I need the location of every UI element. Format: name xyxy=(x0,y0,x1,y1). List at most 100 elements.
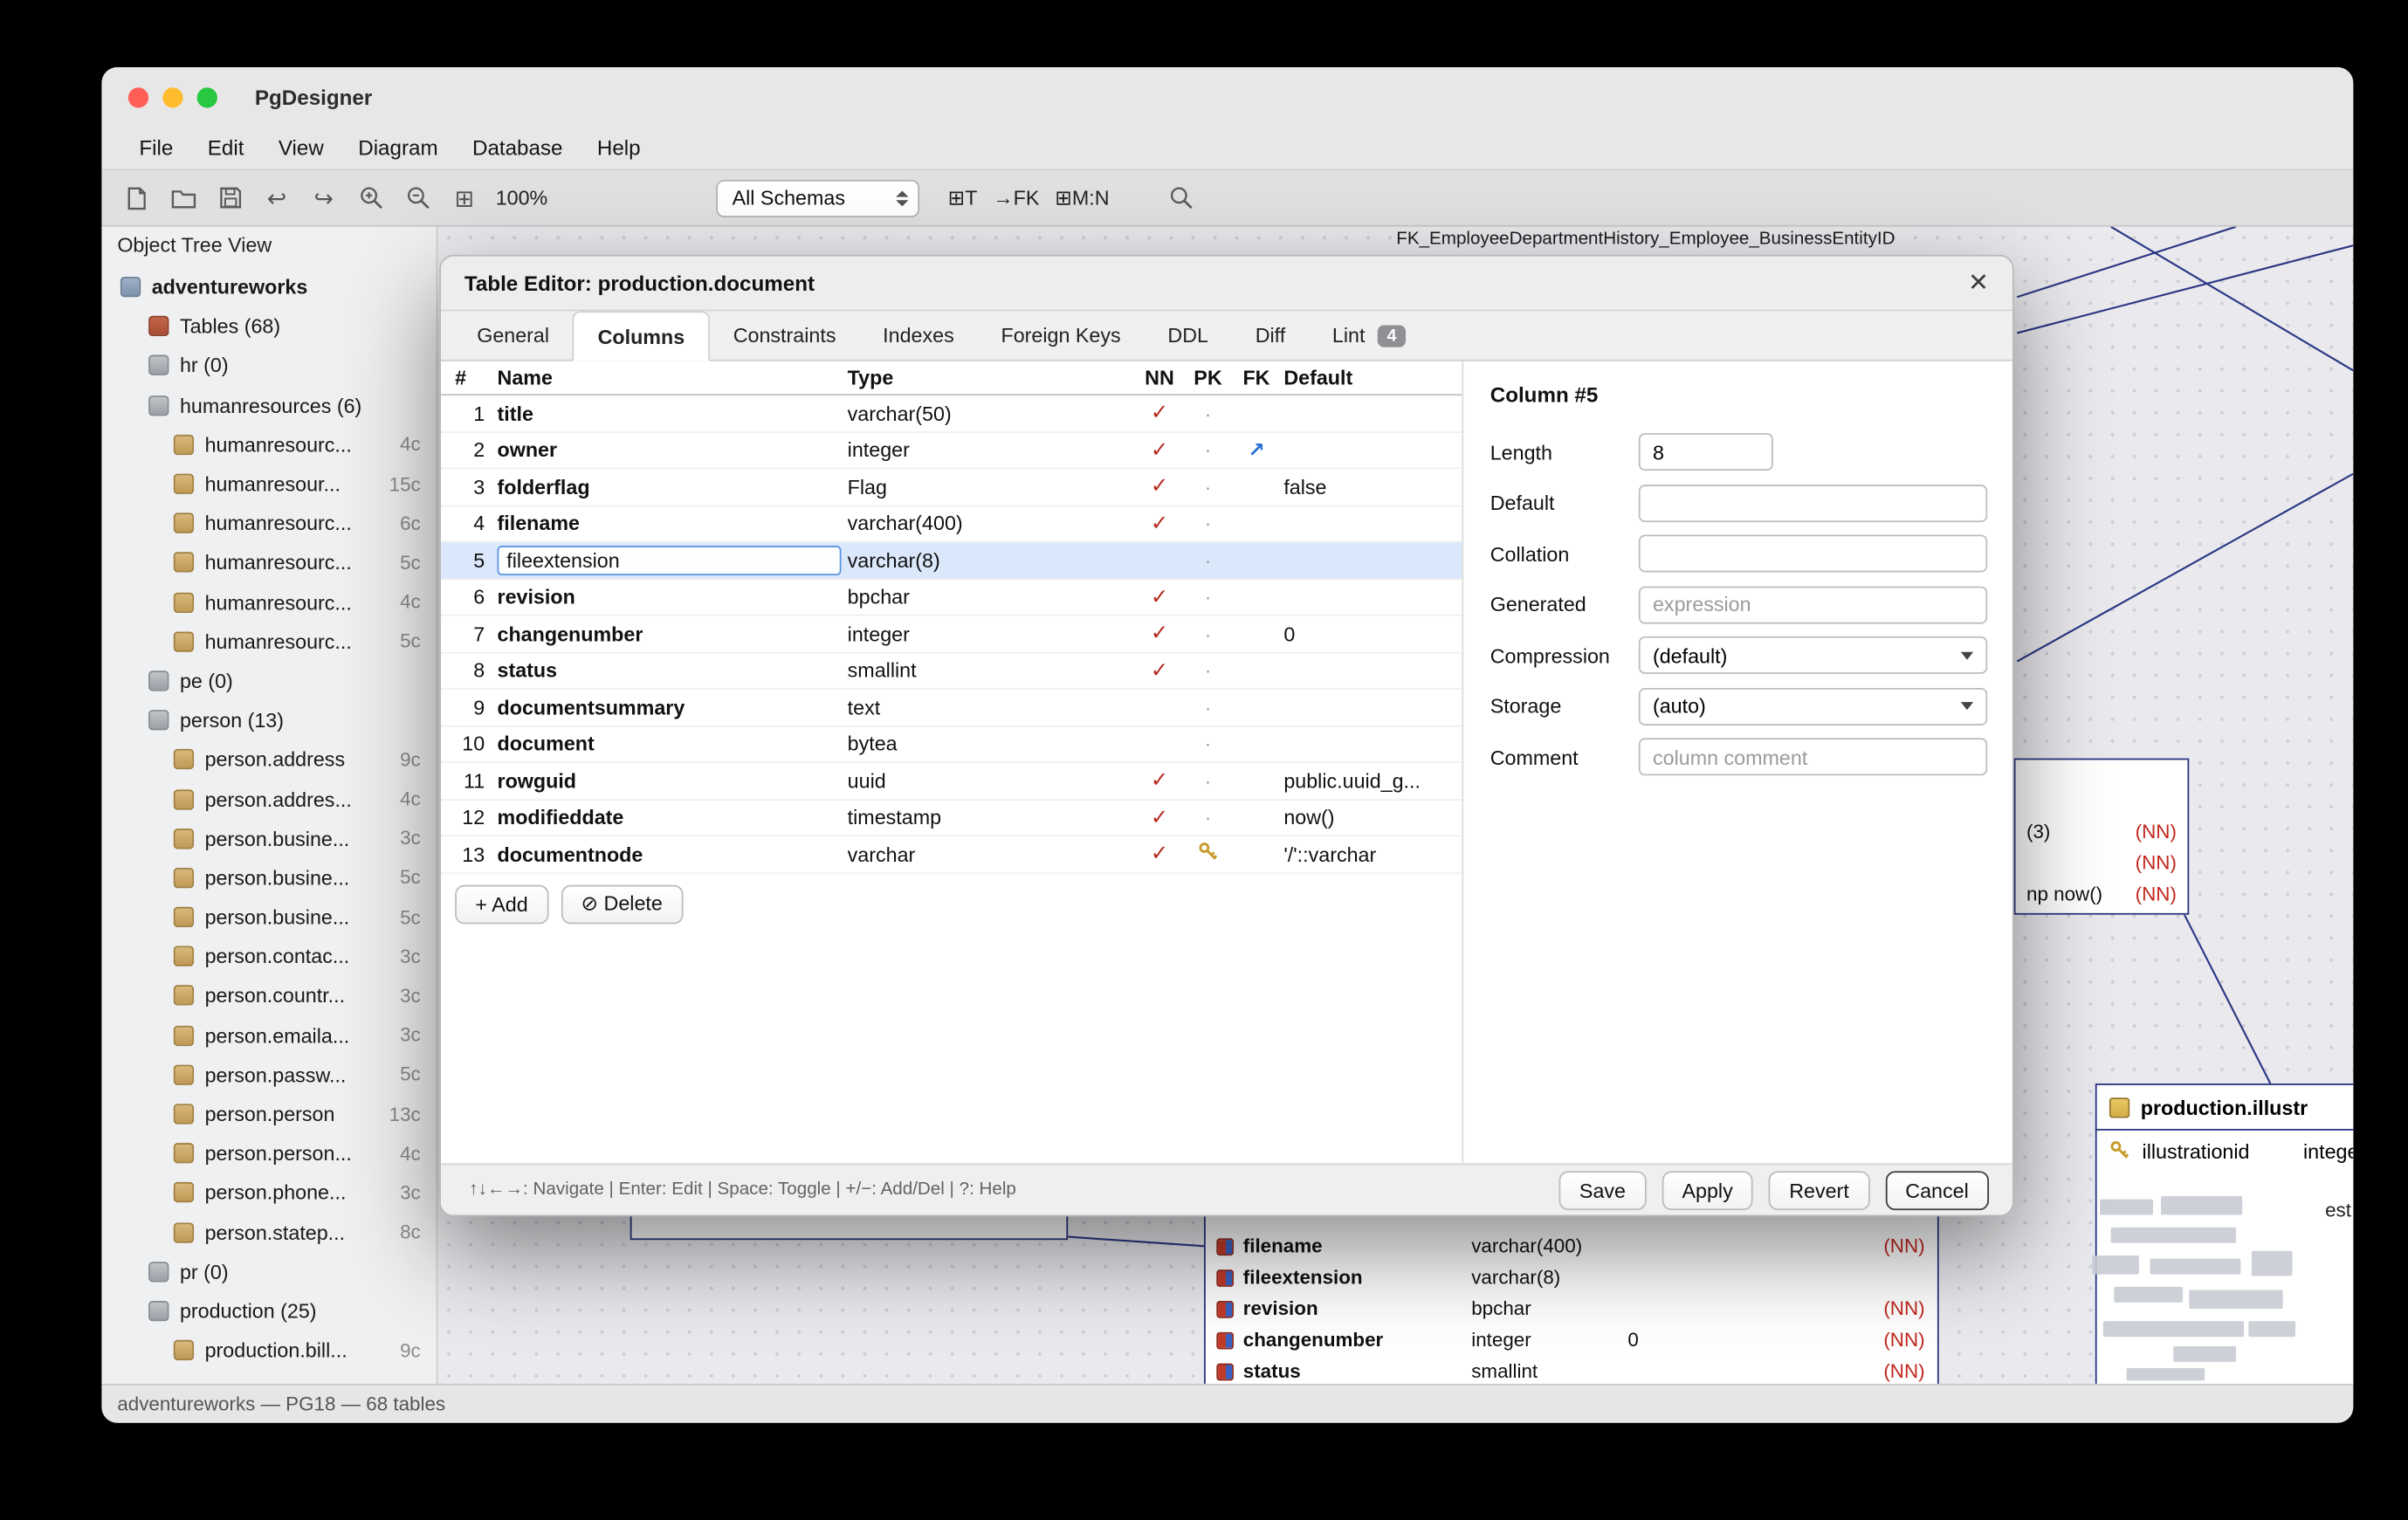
tree-item[interactable]: production (25) xyxy=(101,1291,436,1331)
default-cell[interactable]: public.uuid_g... xyxy=(1281,769,1462,793)
column-type-cell[interactable]: varchar(8) xyxy=(848,548,1136,572)
tree-item[interactable]: person.phone...3c xyxy=(101,1173,436,1213)
column-name-input[interactable]: fileextension xyxy=(498,546,842,575)
not-null-cell[interactable]: ✓ xyxy=(1135,805,1184,830)
length-input[interactable]: 8 xyxy=(1639,433,1773,471)
column-name-cell[interactable]: revision xyxy=(492,585,848,609)
add-table-tool[interactable]: ⊞T xyxy=(948,185,978,210)
tree-item[interactable]: humanresourc...4c xyxy=(101,425,436,464)
primary-key-cell[interactable]: · xyxy=(1184,658,1233,682)
tree-item[interactable]: person.person13c xyxy=(101,1095,436,1134)
column-type-cell[interactable]: bpchar xyxy=(848,585,1136,609)
not-null-cell[interactable]: ✓ xyxy=(1135,842,1184,867)
primary-key-cell[interactable]: · xyxy=(1184,806,1233,829)
column-row[interactable]: 5fileextensionvarchar(8)· xyxy=(441,542,1462,579)
redo-icon[interactable]: ↪ xyxy=(308,182,340,214)
primary-key-cell[interactable]: · xyxy=(1184,585,1233,609)
tab-constraints[interactable]: Constraints xyxy=(710,311,859,360)
column-row[interactable]: 9documentsummarytext· xyxy=(441,690,1462,726)
tree-item[interactable]: humanresources (6) xyxy=(101,386,436,425)
column-row[interactable]: 1titlevarchar(50)✓· xyxy=(441,395,1462,432)
column-type-cell[interactable]: timestamp xyxy=(848,806,1136,829)
zoom-out-icon[interactable] xyxy=(402,182,433,214)
tree-item[interactable]: person.busine...3c xyxy=(101,819,436,858)
tree-item[interactable]: person.countr...3c xyxy=(101,976,436,1015)
add-fk-tool[interactable]: →FK xyxy=(993,186,1039,210)
compression-select[interactable]: (default) xyxy=(1639,636,1987,674)
comment-input[interactable]: column comment xyxy=(1639,738,1987,775)
not-null-cell[interactable]: ✓ xyxy=(1135,401,1184,426)
column-name-cell[interactable]: status xyxy=(492,658,848,682)
primary-key-cell[interactable]: · xyxy=(1184,438,1233,462)
column-type-cell[interactable]: varchar xyxy=(848,843,1136,866)
column-name-cell[interactable]: documentnode xyxy=(492,843,848,866)
column-type-cell[interactable]: bytea xyxy=(848,732,1136,756)
column-name-cell[interactable]: fileextension xyxy=(492,546,848,575)
primary-key-cell[interactable]: · xyxy=(1184,512,1233,535)
zoom-window-button[interactable] xyxy=(197,86,217,107)
menu-item-help[interactable]: Help xyxy=(580,136,657,160)
tab-columns[interactable]: Columns xyxy=(573,311,710,361)
not-null-cell[interactable]: ✓ xyxy=(1135,658,1184,684)
default-cell[interactable]: 0 xyxy=(1281,622,1462,645)
column-type-cell[interactable]: varchar(400) xyxy=(848,512,1136,535)
menu-item-diagram[interactable]: Diagram xyxy=(341,136,456,160)
column-type-cell[interactable]: varchar(50) xyxy=(848,402,1136,425)
column-name-cell[interactable]: folderflag xyxy=(492,475,848,499)
not-null-cell[interactable]: ✓ xyxy=(1135,768,1184,794)
tree-item[interactable]: person.busine...5c xyxy=(101,858,436,898)
foreign-key-cell[interactable]: ↗ xyxy=(1232,437,1281,463)
column-name-cell[interactable]: changenumber xyxy=(492,622,848,645)
titlebar[interactable]: PgDesigner xyxy=(101,67,2353,127)
apply-button[interactable]: Apply xyxy=(1662,1170,1753,1209)
column-type-cell[interactable]: smallint xyxy=(848,658,1136,682)
tree-item[interactable]: pe (0) xyxy=(101,661,436,700)
not-null-cell[interactable]: ✓ xyxy=(1135,584,1184,609)
tab-indexes[interactable]: Indexes xyxy=(859,311,977,360)
column-name-cell[interactable]: modifieddate xyxy=(492,806,848,829)
column-row[interactable]: 2ownerinteger✓·↗ xyxy=(441,432,1462,469)
tree-item[interactable]: humanresourc...6c xyxy=(101,504,436,543)
column-row[interactable]: 12modifieddatetimestamp✓·now() xyxy=(441,800,1462,836)
column-name-cell[interactable]: document xyxy=(492,732,848,756)
schema-filter-select[interactable]: All Schemas xyxy=(717,179,920,217)
cancel-button[interactable]: Cancel xyxy=(1885,1170,1989,1209)
default-input[interactable] xyxy=(1639,484,1987,521)
add-mn-tool[interactable]: ⊞M:N xyxy=(1055,185,1109,210)
primary-key-cell[interactable]: · xyxy=(1184,696,1233,719)
column-row[interactable]: 11rowguiduuid✓·public.uuid_g... xyxy=(441,763,1462,800)
primary-key-cell[interactable]: · xyxy=(1184,622,1233,645)
new-file-icon[interactable] xyxy=(120,182,152,214)
tree-item[interactable]: production.bill...9c xyxy=(101,1331,436,1370)
column-type-cell[interactable]: text xyxy=(848,696,1136,719)
tree-item[interactable]: humanresourc...5c xyxy=(101,543,436,582)
tree-item[interactable]: person.addres...4c xyxy=(101,780,436,819)
tree-item[interactable]: person.person...4c xyxy=(101,1134,436,1173)
tree-item[interactable]: humanresour...15c xyxy=(101,464,436,504)
tree-item[interactable]: person.contac...3c xyxy=(101,937,436,976)
column-name-cell[interactable]: owner xyxy=(492,438,848,462)
tab-foreign-keys[interactable]: Foreign Keys xyxy=(978,311,1145,360)
tree-item[interactable]: adventureworks xyxy=(101,267,436,306)
tree-item[interactable]: person.statep...8c xyxy=(101,1213,436,1252)
tab-general[interactable]: General xyxy=(453,311,573,360)
column-type-cell[interactable]: integer xyxy=(848,438,1136,462)
not-null-cell[interactable]: ✓ xyxy=(1135,511,1184,536)
column-type-cell[interactable]: Flag xyxy=(848,475,1136,499)
default-cell[interactable]: '/'::varchar xyxy=(1281,843,1462,866)
column-name-cell[interactable]: rowguid xyxy=(492,769,848,793)
menu-item-edit[interactable]: Edit xyxy=(190,136,261,160)
revert-button[interactable]: Revert xyxy=(1769,1170,1869,1209)
tree-item[interactable]: person.emaila...3c xyxy=(101,1015,436,1055)
tab-diff[interactable]: Diff xyxy=(1232,311,1309,360)
column-type-cell[interactable]: uuid xyxy=(848,769,1136,793)
partial-entity-table-right[interactable]: (3)(NN)(NN)np now()(NN) xyxy=(2014,759,2190,915)
tree-item[interactable]: pr (0) xyxy=(101,1252,436,1291)
column-type-cell[interactable]: integer xyxy=(848,622,1136,645)
add-column-button[interactable]: + Add xyxy=(455,884,548,924)
column-row[interactable]: 13documentnodevarchar✓'/'::varchar xyxy=(441,836,1462,873)
generated-input[interactable]: expression xyxy=(1639,586,1987,623)
primary-key-cell[interactable]: · xyxy=(1184,732,1233,756)
save-button[interactable]: Save xyxy=(1559,1170,1647,1209)
column-name-cell[interactable]: title xyxy=(492,402,848,425)
